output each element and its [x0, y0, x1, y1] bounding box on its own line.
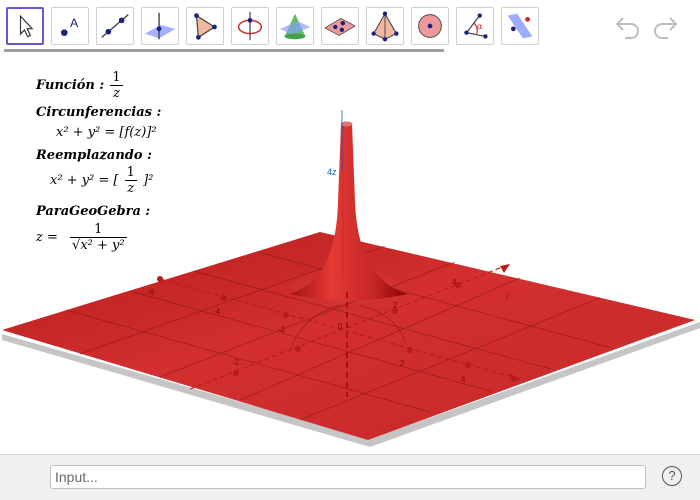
angle-icon: α	[464, 13, 488, 39]
move-tool-button[interactable]	[6, 7, 44, 45]
tick-label: 4	[461, 375, 466, 384]
perpendicular-line-tool-button[interactable]	[141, 7, 179, 45]
tick-label: 4	[452, 278, 457, 287]
intersect-surfaces-icon	[279, 13, 311, 40]
tick-label: 2	[400, 359, 405, 368]
polygon-tool-button[interactable]	[186, 7, 224, 45]
pyramid-icon	[371, 11, 399, 42]
pyramid-tool-button[interactable]	[366, 7, 404, 45]
sphere-tool-button[interactable]	[411, 7, 449, 45]
svg-text:A: A	[70, 16, 79, 30]
funcion-text: Función : 1z	[36, 70, 123, 101]
parageogebra-label: ParaGeoGebra :	[36, 204, 151, 219]
circle-axis-icon	[237, 11, 263, 41]
help-button[interactable]: ?	[662, 466, 682, 486]
tick-label: 0	[338, 322, 343, 331]
undo-button[interactable]	[613, 12, 643, 40]
reflect-plane-tool-button[interactable]	[501, 7, 539, 45]
toolbar: A α	[0, 0, 700, 52]
reemplazando-equation: x² + y² = [ 1z ]²	[50, 165, 154, 196]
y-axis-label: y	[505, 290, 510, 301]
line-tool-button[interactable]	[96, 7, 134, 45]
reemplazando-label: Reemplazando :	[36, 148, 152, 163]
tick-label: -4	[213, 307, 221, 316]
help-icon: ?	[668, 468, 676, 483]
tick-label: -2	[278, 325, 286, 334]
plane-icon	[324, 17, 356, 36]
redo-button[interactable]	[650, 12, 680, 40]
tick-label: -2	[232, 358, 240, 367]
graphics-view-3d[interactable]: 4z y -6 -4 -2 2 4 -2 2 4 0 Función : 1z …	[0, 52, 700, 454]
tick-label: 2	[393, 301, 398, 310]
perpendicular-line-icon	[144, 12, 176, 40]
svg-text:α: α	[477, 22, 483, 32]
circunferencias-label: Circunferencias :	[36, 105, 162, 120]
point-tool-button[interactable]: A	[51, 7, 89, 45]
circle-axis-tool-button[interactable]	[231, 7, 269, 45]
sphere-icon	[418, 14, 442, 38]
point-icon: A	[61, 16, 79, 36]
angle-tool-button[interactable]: α	[456, 7, 494, 45]
input-bar: ?	[0, 454, 700, 500]
polygon-icon	[194, 13, 217, 40]
tick-label: -6	[147, 288, 155, 297]
algebra-input[interactable]	[50, 465, 646, 489]
undo-icon	[615, 17, 639, 39]
plane-tool-button[interactable]	[321, 7, 359, 45]
intersect-surfaces-tool-button[interactable]	[276, 7, 314, 45]
reflect-plane-icon	[507, 13, 533, 39]
redo-icon	[654, 17, 678, 39]
circunferencias-equation: x² + y² = [f(z)]²	[56, 125, 157, 140]
line-icon	[101, 14, 129, 38]
move-arrow-icon	[19, 14, 34, 38]
z-axis-label: 4z	[327, 167, 337, 177]
parageogebra-equation: z = 1 √x² + y²	[36, 222, 127, 253]
